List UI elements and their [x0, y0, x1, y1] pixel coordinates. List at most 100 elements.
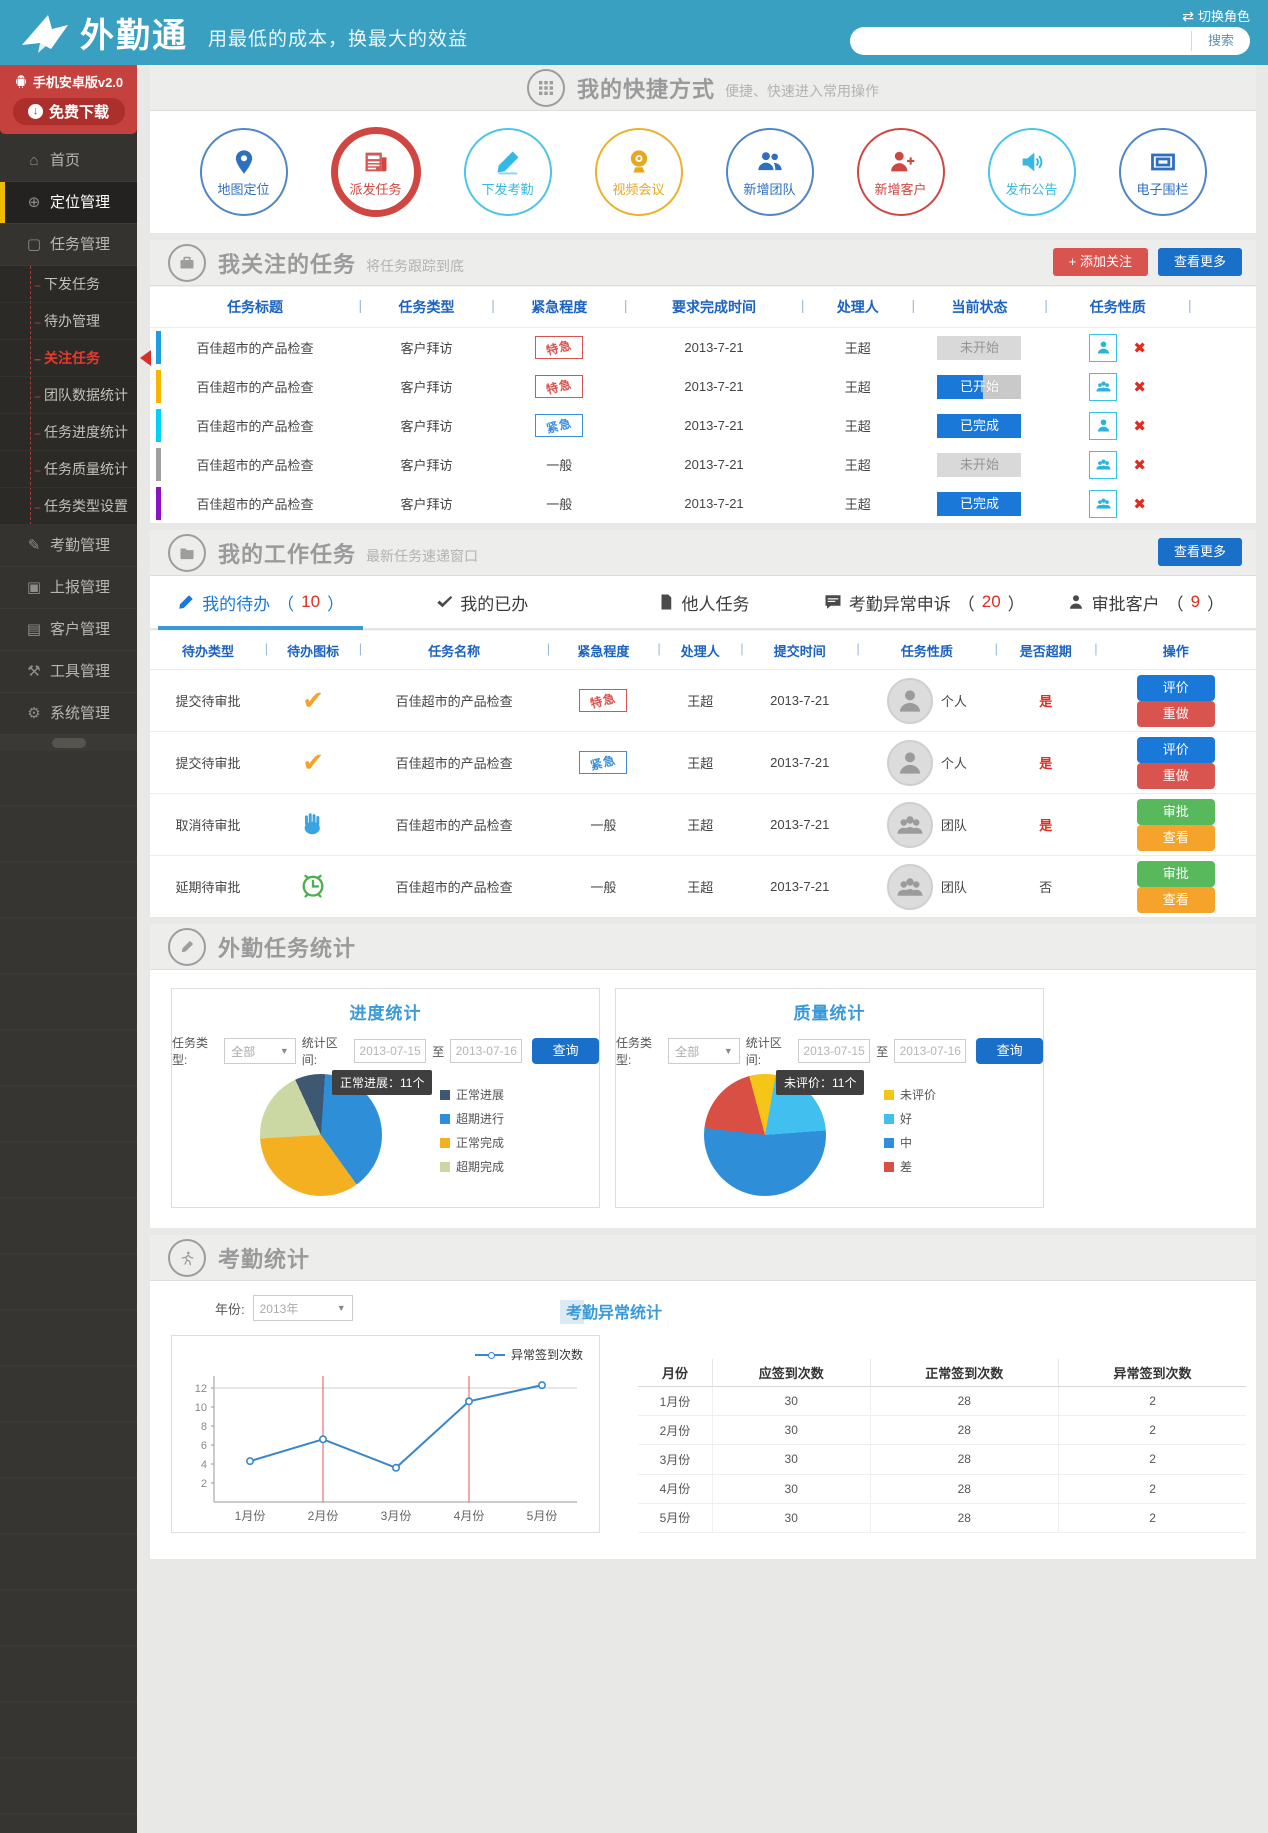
shortcut-add-customer[interactable]: 新增客户	[857, 128, 945, 216]
task-handler: 王超	[659, 877, 742, 896]
attendance-column-header: 月份	[638, 1359, 712, 1387]
date-to-input[interactable]: 2013-07-16	[450, 1039, 522, 1063]
remove-follow-button[interactable]: ✖	[1133, 496, 1146, 513]
add-follow-button[interactable]: + 添加关注	[1053, 248, 1148, 276]
sidebar-item-tools[interactable]: ⚒工具管理	[0, 651, 137, 693]
top-bar: 外勤通 用最低的成本，换最大的效益 ⇄切换角色 搜索	[0, 0, 1268, 65]
attendance-column-header: 异常签到次数	[1059, 1359, 1246, 1387]
shortcut-geofence[interactable]: 电子围栏	[1119, 128, 1207, 216]
task-type-select[interactable]: 全部▼	[224, 1038, 296, 1064]
evaluate-button[interactable]: 评价	[1137, 737, 1215, 763]
sidebar-item-attendance[interactable]: ✎考勤管理	[0, 525, 137, 567]
sidebar-item-report[interactable]: ▣上报管理	[0, 567, 137, 609]
evaluate-button[interactable]: 评价	[1137, 675, 1215, 701]
shortcut-announcement[interactable]: 发布公告	[988, 128, 1076, 216]
shortcut-issue-attendance[interactable]: 下发考勤	[464, 128, 552, 216]
approve-button[interactable]: 审批	[1137, 799, 1215, 825]
view-button[interactable]: 查看	[1137, 887, 1215, 913]
shortcut-add-team[interactable]: 新增团队	[726, 128, 814, 216]
sidebar-item-tasks[interactable]: ▢任务管理	[0, 224, 137, 266]
group-icon	[1089, 451, 1117, 479]
customer-icon: ▤	[24, 609, 44, 650]
task-status-badge[interactable]: 已完成	[913, 492, 1046, 516]
approve-button[interactable]: 审批	[1137, 861, 1215, 887]
count-cell: 2	[1059, 1416, 1246, 1445]
task-urgency: 紧急	[493, 414, 626, 437]
sidebar-item-system[interactable]: ⚙系统管理	[0, 693, 137, 735]
shortcut-dispatch-task[interactable]: 派发任务	[331, 127, 421, 217]
switch-role-button[interactable]: ⇄切换角色	[1182, 6, 1250, 25]
remove-follow-button[interactable]: ✖	[1133, 457, 1146, 474]
task-status-badge[interactable]: 未开始	[913, 336, 1046, 360]
task-urgency: 特急	[548, 689, 659, 712]
count-cell: 28	[870, 1416, 1059, 1445]
runner-icon	[168, 1239, 206, 1277]
redo-button[interactable]: 重做	[1137, 701, 1215, 727]
column-header: 处理人	[803, 297, 914, 317]
tab-my-done[interactable]: 我的已办（）	[371, 576, 592, 628]
year-select[interactable]: 2013年▼	[253, 1295, 353, 1321]
search-input[interactable]	[864, 29, 1191, 53]
sidebar-item-location[interactable]: ⊕定位管理	[0, 182, 137, 224]
attendance-row: 1月份30282	[638, 1387, 1246, 1416]
remove-follow-button[interactable]: ✖	[1133, 379, 1146, 396]
followed-see-more-button[interactable]: 查看更多	[1158, 248, 1242, 276]
tab-attendance-appeal[interactable]: 考勤异常申诉（20）	[814, 576, 1035, 628]
sidebar-filler	[0, 751, 137, 1833]
shortcut-video-meeting[interactable]: 视频会议	[595, 128, 683, 216]
sidebar-item-customers[interactable]: ▤客户管理	[0, 609, 137, 651]
todo-type: 延期待审批	[150, 877, 266, 896]
task-due-date: 2013-7-21	[626, 457, 803, 472]
month-cell: 2月份	[638, 1416, 712, 1445]
remove-follow-button[interactable]: ✖	[1133, 340, 1146, 357]
sidebar-item-home[interactable]: ⌂首页	[0, 140, 137, 182]
line-legend: 异常签到次数	[475, 1346, 583, 1363]
date-from-input[interactable]: 2013-07-15	[798, 1039, 870, 1063]
urgency-stamp: 紧急	[579, 751, 627, 774]
work-see-more-button[interactable]: 查看更多	[1158, 538, 1242, 566]
followed-title: 我关注的任务	[218, 247, 356, 279]
submenu-item-quality-stats[interactable]: 任务质量统计	[0, 451, 137, 488]
work-task-row: 提交待审批✔百佳超市的产品检查紧急王超2013-7-21个人是评价重做	[150, 731, 1256, 793]
team-icon	[756, 148, 784, 176]
column-header: 任务标题	[150, 297, 360, 317]
submenu-item-type-settings[interactable]: 任务类型设置	[0, 488, 137, 525]
shortcut-map-locate[interactable]: 地图定位	[200, 128, 288, 216]
submenu-item-followed[interactable]: 关注任务	[0, 340, 137, 377]
sidebar-menu: ⌂首页 ⊕定位管理 ▢任务管理 下发任务 待办管理 关注任务 团队数据统计 任务…	[0, 140, 137, 735]
webcam-icon	[625, 148, 653, 176]
query-button[interactable]: 查询	[532, 1038, 599, 1064]
column-header: 当前状态	[913, 297, 1046, 317]
task-status-badge[interactable]: 已开始	[913, 375, 1046, 399]
remove-follow-button[interactable]: ✖	[1133, 418, 1146, 435]
task-nature-cell: ✖	[1046, 490, 1190, 518]
submenu-item-team-stats[interactable]: 团队数据统计	[0, 377, 137, 414]
view-button[interactable]: 查看	[1137, 825, 1215, 851]
task-status-badge[interactable]: 已完成	[913, 414, 1046, 438]
followed-task-row: 百佳超市的产品检查客户拜访特急2013-7-21王超未开始✖	[150, 328, 1256, 367]
attendance-column-header: 正常签到次数	[870, 1359, 1059, 1387]
to-label: 至	[432, 1043, 444, 1060]
query-button[interactable]: 查询	[976, 1038, 1043, 1064]
submenu-item-dispatch[interactable]: 下发任务	[0, 266, 137, 303]
tab-others-tasks[interactable]: 他人任务（）	[592, 576, 813, 628]
date-from-input[interactable]: 2013-07-15	[354, 1039, 426, 1063]
group-icon	[1089, 373, 1117, 401]
date-to-input[interactable]: 2013-07-16	[894, 1039, 966, 1063]
progress-stats-title: 进度统计	[172, 999, 599, 1024]
redo-button[interactable]: 重做	[1137, 763, 1215, 789]
svg-text:4月份: 4月份	[454, 1509, 485, 1523]
tab-my-todo[interactable]: 我的待办（10）	[150, 576, 371, 628]
submenu-item-progress-stats[interactable]: 任务进度统计	[0, 414, 137, 451]
search-button[interactable]: 搜索	[1191, 31, 1250, 51]
task-type-select[interactable]: 全部▼	[668, 1038, 740, 1064]
sidebar-collapse-handle[interactable]	[52, 738, 86, 748]
submenu-item-todo[interactable]: 待办管理	[0, 303, 137, 340]
task-status-badge[interactable]: 未开始	[913, 453, 1046, 477]
task-due-date: 2013-7-21	[626, 496, 803, 511]
tab-approve-customers[interactable]: 审批客户（9）	[1035, 576, 1256, 628]
system-icon: ⚙	[24, 693, 44, 734]
free-download-button[interactable]: ↓ 免费下载	[13, 98, 125, 125]
task-urgency: 一般	[493, 455, 626, 474]
work-title: 我的工作任务	[218, 537, 356, 569]
